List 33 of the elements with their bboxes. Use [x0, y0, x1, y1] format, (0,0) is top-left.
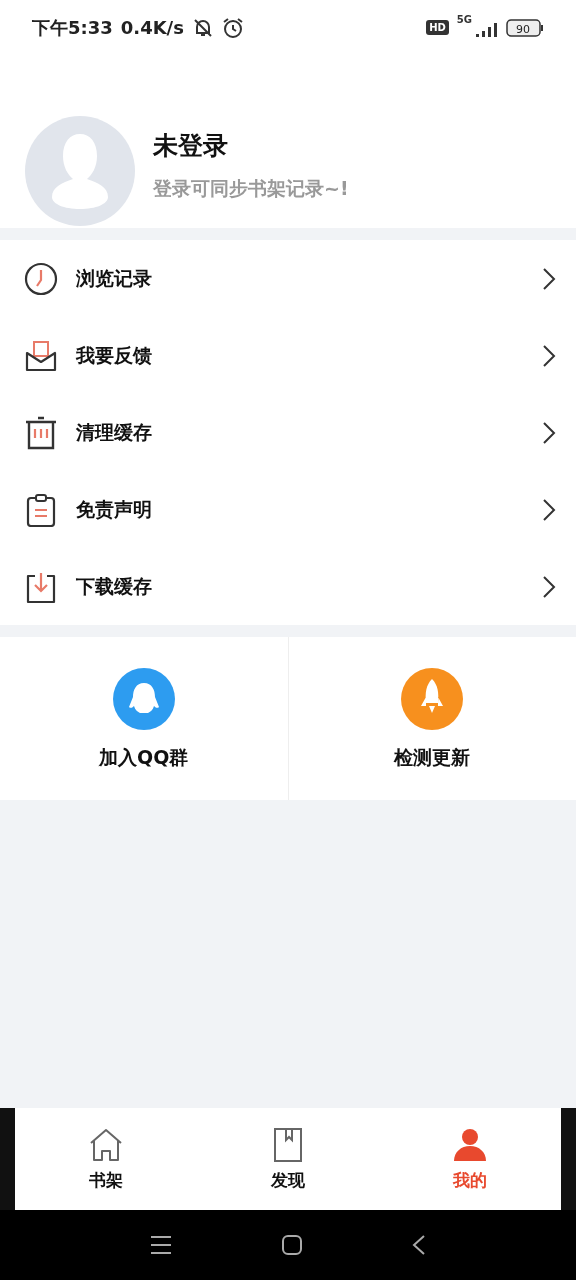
muted-bell-icon [191, 16, 214, 39]
chevron-right-icon [542, 343, 556, 368]
nav-tab[interactable]: 发现 [197, 1108, 379, 1210]
network-type: 5G [456, 14, 472, 25]
alarm-icon [221, 16, 244, 39]
menu-item[interactable]: 我要反馈 [0, 317, 576, 394]
back-icon[interactable] [412, 1235, 426, 1255]
menu-item[interactable]: 免责声明 [0, 471, 576, 548]
hd-badge: HD [426, 20, 449, 35]
chevron-right-icon [542, 420, 556, 445]
clock-icon [24, 261, 58, 296]
menu-item[interactable]: 下载缓存 [0, 548, 576, 625]
clipboard-icon [24, 492, 58, 527]
chevron-right-icon [542, 574, 556, 599]
house-icon [88, 1126, 124, 1163]
trash-icon [24, 415, 58, 450]
chevron-right-icon [542, 266, 556, 291]
action-tile[interactable]: 加入QQ群 [0, 637, 288, 800]
chevron-right-icon [542, 497, 556, 522]
action-tile[interactable]: 检测更新 [287, 637, 576, 800]
menu-item[interactable]: 清理缓存 [0, 394, 576, 471]
nav-tab[interactable]: 书架 [15, 1108, 197, 1210]
menu-item[interactable]: 浏览记录 [0, 240, 576, 317]
home-square-icon[interactable] [282, 1235, 302, 1255]
menu-icon[interactable] [150, 1235, 172, 1255]
person-icon [452, 1126, 488, 1163]
status-time: 下午5:33 [32, 15, 113, 40]
network-speed: 0.4K/s [120, 17, 184, 38]
login-hint: 登录可同步书架记录~! [153, 176, 349, 201]
user-name: 未登录 [153, 130, 229, 162]
envelope-icon [24, 338, 58, 373]
nav-tab[interactable]: 我的 [379, 1108, 561, 1210]
battery-icon: 90 [506, 18, 544, 37]
